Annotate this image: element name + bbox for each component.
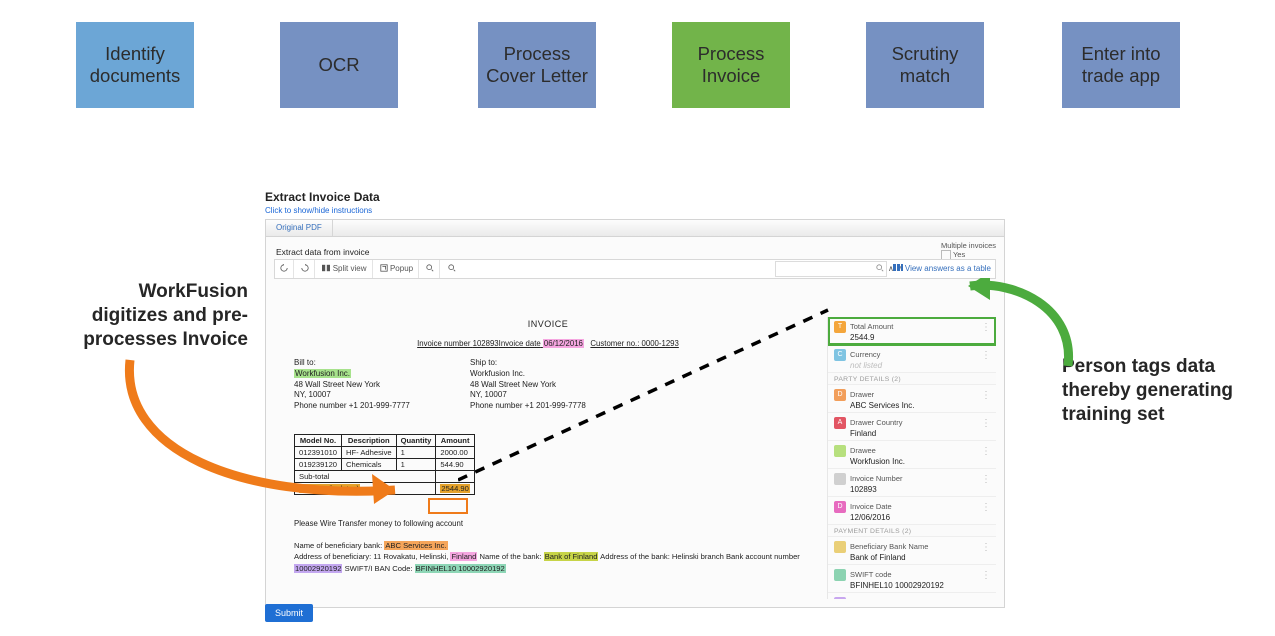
answer-tag-icon <box>834 445 846 457</box>
answer-label: Drawer Country <box>850 418 903 427</box>
more-icon[interactable]: ⋮ <box>981 350 991 361</box>
answer-tag-icon: A <box>834 417 846 429</box>
answer-value: 2544.9 <box>850 333 990 342</box>
line-items-table: Model No. Description Quantity Amount 01… <box>294 434 475 495</box>
answer-card[interactable]: D Drawer ABC Services Inc.⋮ <box>828 385 996 413</box>
toolbar: Split view Popup ∧ ∨ <box>274 259 996 279</box>
more-icon[interactable]: ⋮ <box>981 446 991 457</box>
bill-to: Bill to: Workfusion Inc. 48 Wall Street … <box>294 358 454 412</box>
answer-tag-icon <box>834 541 846 553</box>
answer-value: not listed <box>850 361 990 370</box>
tab-original-pdf[interactable]: Original PDF <box>266 220 333 236</box>
answer-tag-icon: D <box>834 501 846 513</box>
step-cover: Process Cover Letter <box>478 22 596 108</box>
zoom-in-button[interactable] <box>421 260 440 278</box>
step-scrutiny: Scrutiny match <box>866 22 984 108</box>
undo-button[interactable] <box>275 260 294 278</box>
answer-card[interactable]: A Drawer Country Finland⋮ <box>828 413 996 441</box>
more-icon[interactable]: ⋮ <box>981 390 991 401</box>
more-icon[interactable]: ⋮ <box>981 322 991 333</box>
answer-value: BFINHEL10 10002920192 <box>850 581 990 590</box>
answer-label: Beneficiary Bank Name <box>850 542 928 551</box>
more-icon[interactable]: ⋮ <box>981 474 991 485</box>
answer-card[interactable]: Beneficiary Bank Name Bank of Finland⋮ <box>828 537 996 565</box>
answer-label: Invoice Date <box>850 502 892 511</box>
answers-panel: TTotal Amount2544.9⋮CCurrencynot listed⋮… <box>827 317 996 599</box>
submit-button[interactable]: Submit <box>265 604 313 622</box>
step-tradeapp: Enter into trade app <box>1062 22 1180 108</box>
answers-group: PAYMENT DETAILS (2) <box>828 525 996 537</box>
invoice-heading: INVOICE <box>274 319 822 329</box>
more-icon[interactable]: ⋮ <box>981 598 991 599</box>
answer-tag-icon: T <box>834 321 846 333</box>
answer-tag-icon <box>834 473 846 485</box>
answer-tag-icon: L <box>834 597 846 599</box>
answer-card[interactable]: D Invoice Date 12/06/2016⋮ <box>828 497 996 525</box>
answer-label: Invoice Number <box>850 474 903 483</box>
bank-details: Name of beneficiary bank: ABC Services I… <box>294 540 802 574</box>
more-icon[interactable]: ⋮ <box>981 418 991 429</box>
answers-group: PARTY DETAILS (2) <box>828 373 996 385</box>
answer-value: Finland <box>850 429 990 438</box>
invoice-page: INVOICE Invoice number 102893Invoice dat… <box>274 317 822 599</box>
view-as-table[interactable]: View answers as a table <box>893 260 991 278</box>
step-invoice: Process Invoice <box>672 22 790 108</box>
answer-card[interactable]: C Currency not listed⋮ <box>828 345 996 373</box>
more-icon[interactable]: ⋮ <box>981 502 991 513</box>
popup-button[interactable]: Popup <box>375 260 419 278</box>
answer-value: 12/06/2016 <box>850 513 990 522</box>
answer-label: Total Amount <box>850 322 893 331</box>
subheader: Extract data from invoice <box>266 237 1004 259</box>
more-icon[interactable]: ⋮ <box>981 542 991 553</box>
answer-label: Drawee <box>850 446 876 455</box>
answer-card[interactable]: T Total Amount 2544.9⋮ <box>828 317 996 345</box>
answer-card[interactable]: LBeneficiary Account Number10002920192⋮ <box>828 593 996 599</box>
answer-label: Beneficiary Account Number <box>850 598 945 599</box>
redo-button[interactable] <box>296 260 315 278</box>
wire-instruction: Please Wire Transfer money to following … <box>294 519 822 528</box>
answer-label: SWIFT code <box>850 570 892 579</box>
answer-label: Currency <box>850 350 880 359</box>
invoice-meta: Invoice number 102893Invoice date 06/12/… <box>274 339 822 348</box>
multi-invoice-flag: Multiple invoices Yes <box>941 241 996 260</box>
extract-ui: Extract Invoice Data Click to show/hide … <box>265 190 1005 620</box>
answer-card[interactable]: Drawee Workfusion Inc.⋮ <box>828 441 996 469</box>
answer-card[interactable]: SWIFT code BFINHEL10 10002920192⋮ <box>828 565 996 593</box>
page-title: Extract Invoice Data <box>265 190 1005 204</box>
answer-value: 102893 <box>850 485 990 494</box>
tabstrip: Original PDF <box>265 219 1005 236</box>
answer-value: Workfusion Inc. <box>850 457 990 466</box>
answer-label: Drawer <box>850 390 874 399</box>
answer-tag-icon: C <box>834 349 846 361</box>
total-highlight-box <box>428 498 468 514</box>
instructions-link[interactable]: Click to show/hide instructions <box>265 206 1005 215</box>
step-ocr: OCR <box>280 22 398 108</box>
answer-tag-icon: D <box>834 389 846 401</box>
more-icon[interactable]: ⋮ <box>981 570 991 581</box>
answer-card[interactable]: Invoice Number 102893⋮ <box>828 469 996 497</box>
step-identify: Identify documents <box>76 22 194 108</box>
answer-tag-icon <box>834 569 846 581</box>
ship-to: Ship to: Workfusion Inc. 48 Wall Street … <box>470 358 630 412</box>
split-view-button[interactable]: Split view <box>317 260 372 278</box>
answer-value: Bank of Finland <box>850 553 990 562</box>
zoom-out-button[interactable] <box>443 260 461 278</box>
annot-right: Person tags data thereby generating trai… <box>1062 355 1242 426</box>
answer-value: ABC Services Inc. <box>850 401 990 410</box>
list-icon <box>893 264 903 271</box>
annot-left: WorkFusion digitizes and pre-processes I… <box>78 280 248 351</box>
